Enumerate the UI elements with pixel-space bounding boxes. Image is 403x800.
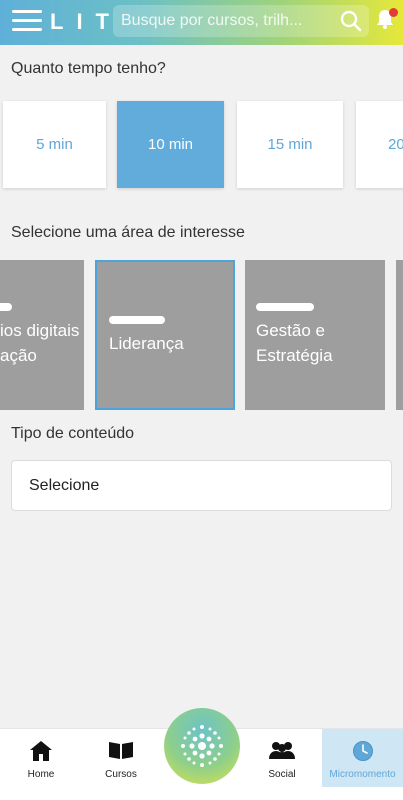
area-card-bar: [256, 303, 314, 311]
area-card-title: Liderança: [109, 334, 184, 353]
area-card-lideranca[interactable]: Liderança: [95, 260, 235, 410]
hamburger-menu-icon[interactable]: [12, 10, 42, 32]
area-section-label: Selecione uma área de interesse: [11, 224, 245, 241]
time-option-5[interactable]: 5 min: [3, 101, 106, 188]
time-section-label: Quanto tempo tenho?: [11, 60, 166, 77]
nav-micromomento[interactable]: Micromomento: [322, 729, 403, 787]
search-icon[interactable]: [339, 9, 363, 33]
area-card-bar: [0, 303, 12, 311]
search-box[interactable]: [113, 5, 369, 37]
time-option-20[interactable]: 20: [356, 101, 403, 188]
content-type-value: Selecione: [29, 477, 100, 494]
content-type-select[interactable]: Selecione: [11, 460, 392, 511]
notification-badge: [389, 8, 398, 17]
area-card-title: Gestão e Estratégia: [256, 321, 333, 365]
nav-home-label: Home: [27, 769, 55, 780]
nav-cursos-label: Cursos: [105, 769, 137, 780]
nav-social-label: Social: [268, 769, 296, 780]
center-action-button[interactable]: [164, 708, 240, 784]
area-card-digital[interactable]: ios digitais ação: [0, 260, 84, 410]
home-icon: [30, 741, 52, 761]
dots-burst-icon: [181, 725, 223, 767]
nav-social[interactable]: Social: [241, 729, 323, 787]
app-logo[interactable]: LIT: [50, 9, 122, 35]
top-bar: LIT: [0, 0, 403, 45]
area-card-title: ios digitais ação: [0, 321, 80, 365]
people-icon: [269, 742, 295, 759]
bottom-navigation: Home Cursos Social Micromomento: [0, 708, 403, 800]
nav-micromomento-label: Micromomento: [329, 769, 396, 780]
clock-icon: [352, 741, 373, 761]
nav-cursos[interactable]: Cursos: [80, 729, 162, 787]
nav-home[interactable]: Home: [0, 729, 82, 787]
time-option-15[interactable]: 15 min: [237, 101, 343, 188]
area-card-next[interactable]: [396, 260, 403, 410]
time-option-10[interactable]: 10 min: [117, 101, 224, 188]
search-input[interactable]: [121, 10, 331, 32]
book-icon: [109, 742, 133, 759]
area-card-bar: [109, 316, 165, 324]
area-card-gestao[interactable]: Gestão e Estratégia: [245, 260, 385, 410]
content-type-label: Tipo de conteúdo: [11, 425, 135, 442]
